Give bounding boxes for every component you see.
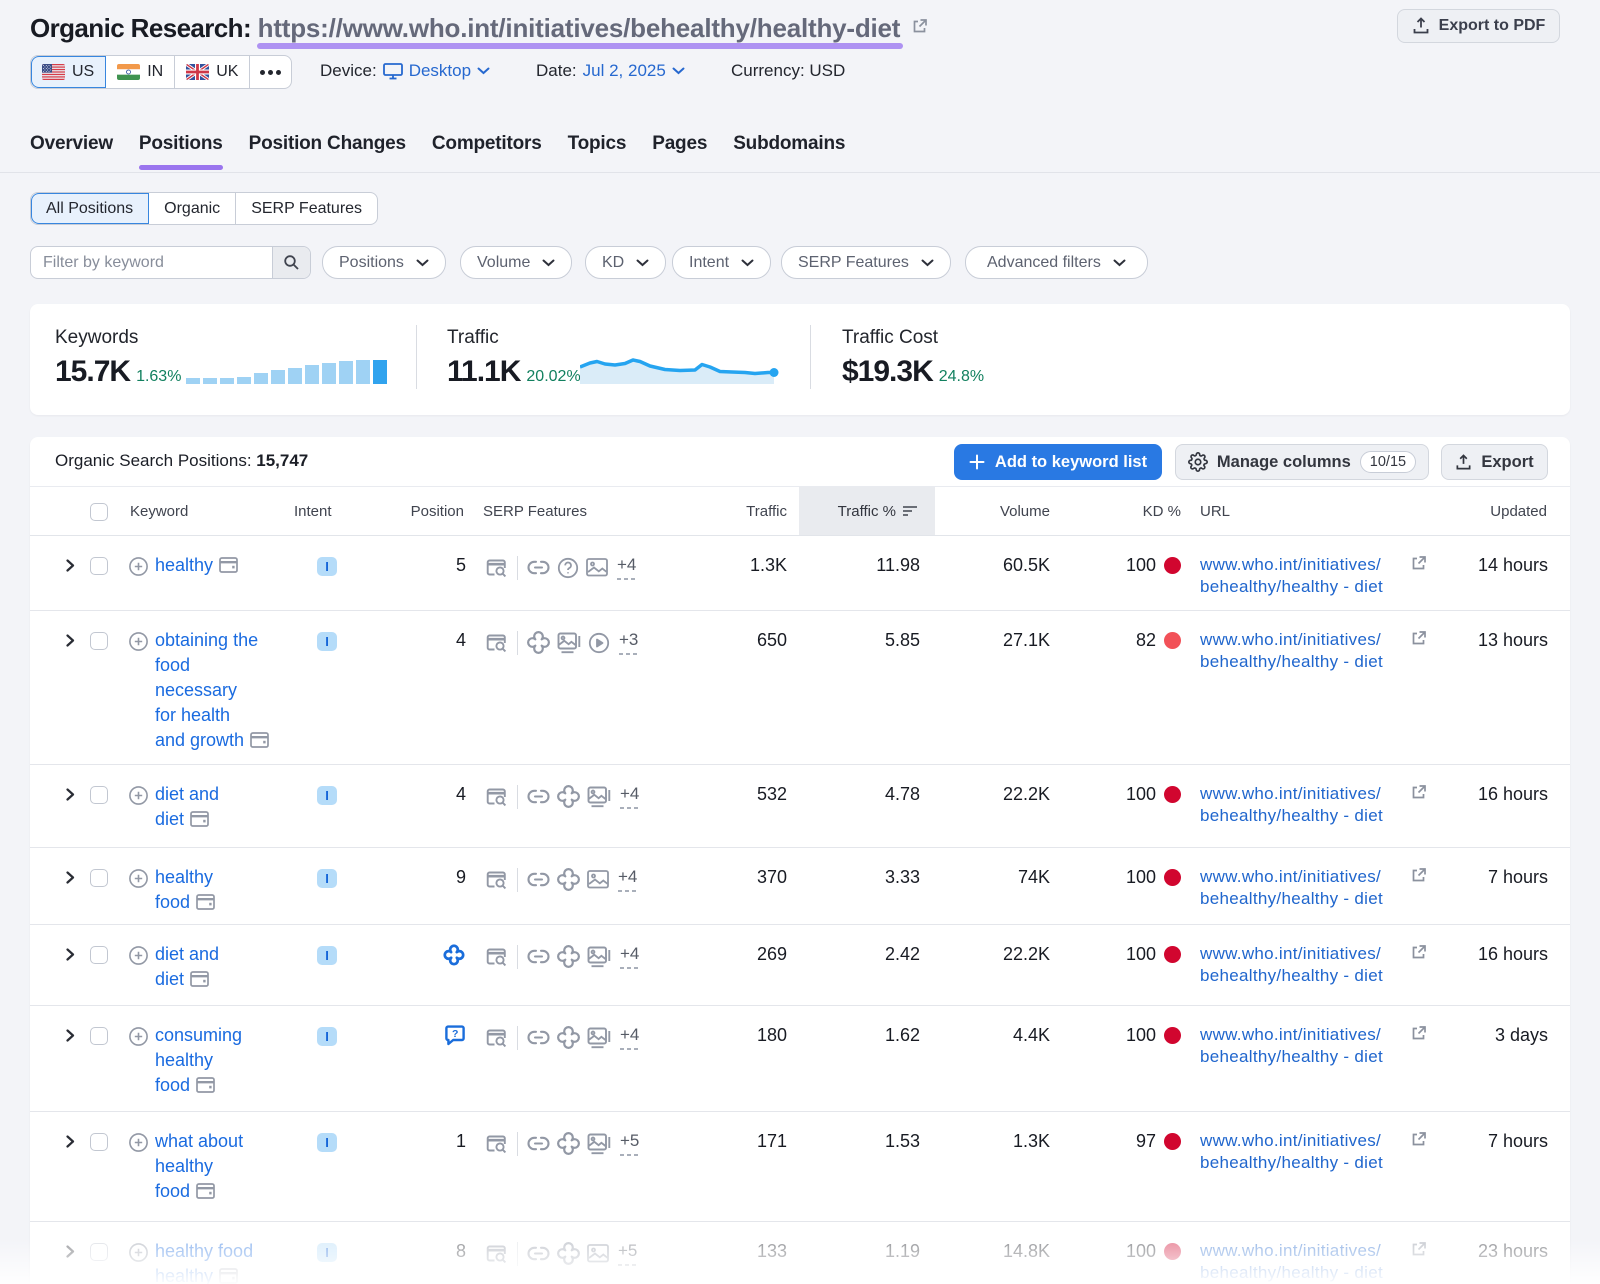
svg-text:?: ? xyxy=(452,1028,458,1040)
